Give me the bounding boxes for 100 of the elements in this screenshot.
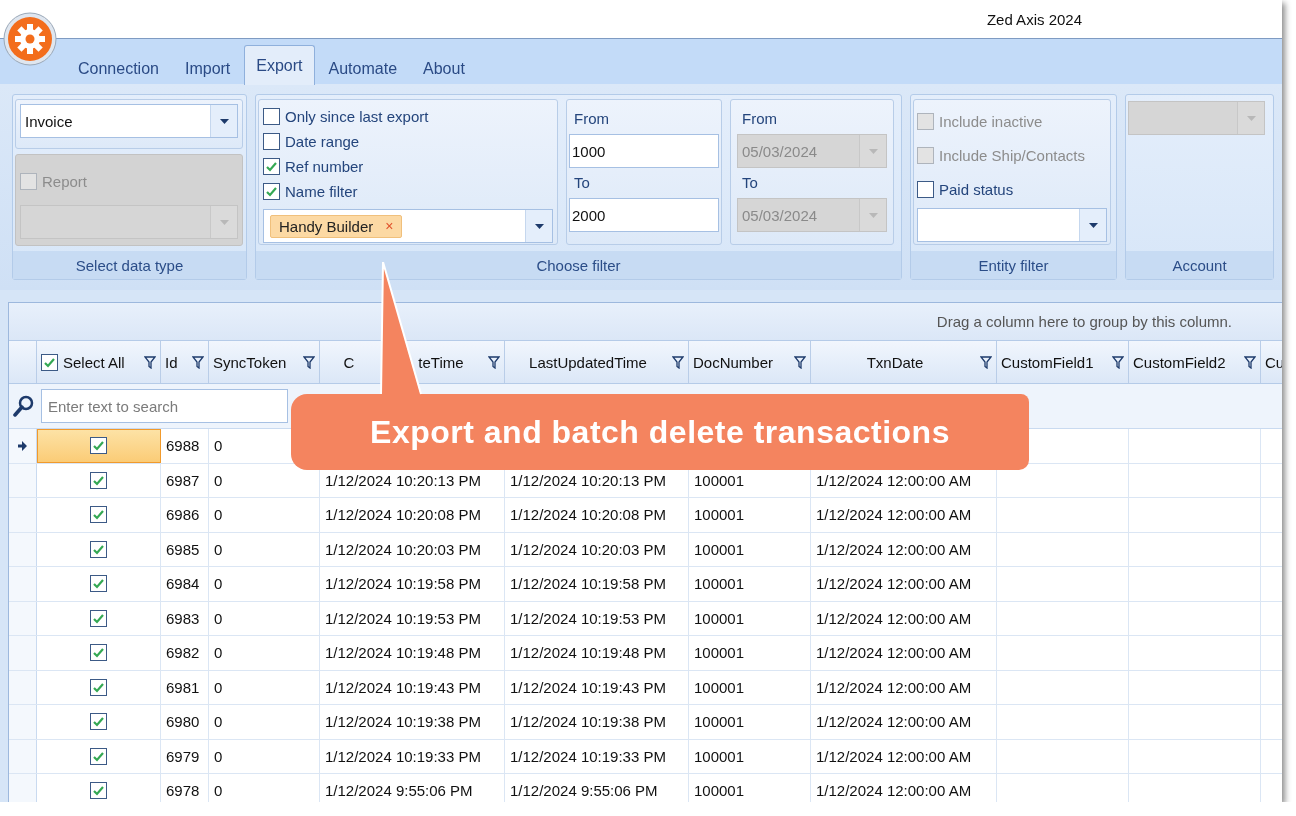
checkbox[interactable] — [90, 540, 107, 558]
checkbox[interactable] — [41, 353, 58, 371]
checkbox[interactable] — [90, 575, 107, 593]
table-cell: 0 — [214, 644, 223, 662]
search-icon — [13, 395, 35, 417]
checkbox[interactable] — [263, 158, 280, 175]
filter-icon[interactable] — [1244, 355, 1256, 369]
gear-icon[interactable] — [3, 12, 57, 66]
table-cell: 1/12/2024 10:19:53 PM — [510, 609, 666, 627]
column-header[interactable]: LastUpdatedTime — [529, 353, 647, 371]
checkbox[interactable] — [90, 713, 107, 731]
row-header[interactable] — [9, 429, 37, 463]
table-cell: 6985 — [166, 540, 200, 558]
column-header[interactable]: Id — [165, 353, 178, 371]
caret-icon — [868, 212, 878, 218]
table-cell: 1/12/2024 10:19:58 PM — [325, 575, 481, 593]
table-cell: 1/12/2024 9:55:06 PM — [510, 782, 658, 800]
checkbox[interactable] — [90, 506, 107, 524]
checkbox[interactable] — [90, 747, 107, 765]
checkbox-label: Ref number — [285, 158, 364, 175]
caret-icon — [1246, 115, 1256, 121]
checkbox[interactable] — [263, 108, 280, 125]
checkbox[interactable] — [263, 183, 280, 200]
field-label: To — [741, 173, 759, 193]
table-cell: 0 — [214, 609, 223, 627]
ref-to-field[interactable]: 2000 — [569, 198, 719, 232]
filter-icon[interactable] — [1112, 355, 1124, 369]
name-filter-field[interactable]: Handy Builder × — [263, 209, 553, 243]
table-cell: 100001 — [694, 678, 745, 696]
table-cell: 1/12/2024 12:00:00 AM — [816, 471, 972, 489]
table-cell: 0 — [214, 747, 223, 765]
filter-icon[interactable] — [303, 355, 315, 369]
checkbox-label: Name filter — [285, 183, 358, 200]
column-header[interactable]: SyncToken — [213, 353, 287, 371]
table-cell: 1/12/2024 12:00:00 AM — [816, 644, 972, 662]
row-indicator-icon — [18, 440, 27, 451]
table-cell: 1/12/2024 10:19:43 PM — [510, 678, 666, 696]
checkbox[interactable] — [90, 437, 107, 455]
column-header[interactable]: TxnDate — [866, 353, 924, 371]
filter-icon[interactable] — [192, 355, 204, 369]
checkbox-label: Paid status — [939, 180, 1014, 198]
table-cell: 1/12/2024 10:20:13 PM — [510, 471, 666, 489]
checkbox[interactable] — [90, 782, 107, 800]
checkbox-label: Only since last export — [285, 108, 429, 125]
table-cell: 0 — [214, 540, 223, 558]
table-cell: 0 — [214, 506, 223, 524]
table-cell: 6986 — [166, 506, 200, 524]
caret-icon — [219, 118, 229, 124]
group-caption: Account — [1126, 251, 1273, 279]
table-cell: 1/12/2024 12:00:00 AM — [816, 609, 972, 627]
checkbox[interactable] — [90, 471, 107, 489]
table-cell: 1/12/2024 12:00:00 AM — [816, 506, 972, 524]
table-cell: 1/12/2024 9:55:06 PM — [325, 782, 473, 800]
table-cell: 100001 — [694, 540, 745, 558]
table-cell: 100001 — [694, 609, 745, 627]
table-cell: 0 — [214, 678, 223, 696]
table-cell: 1/12/2024 10:19:58 PM — [510, 575, 666, 593]
column-header[interactable]: Select All — [63, 353, 125, 371]
filter-icon[interactable] — [794, 355, 806, 369]
ribbon-tab[interactable]: Automate — [316, 51, 410, 85]
table-cell: 100001 — [694, 506, 745, 524]
ribbon-tab[interactable]: Import — [172, 51, 243, 85]
table-cell: 6982 — [166, 644, 200, 662]
table-cell: 100001 — [694, 713, 745, 731]
table-cell: 0 — [214, 575, 223, 593]
filter-icon[interactable] — [980, 355, 992, 369]
table-cell: 0 — [214, 713, 223, 731]
checkbox[interactable] — [90, 678, 107, 696]
column-header[interactable]: CustomField2 — [1133, 353, 1226, 371]
table-cell: 6988 — [166, 437, 200, 455]
ref-from-field[interactable]: 1000 — [569, 134, 719, 168]
column-header[interactable]: teTime — [418, 353, 464, 371]
field-label: From — [573, 109, 610, 129]
table-cell: 1/12/2024 10:19:48 PM — [510, 644, 666, 662]
ribbon-tab[interactable]: About — [411, 51, 477, 85]
checkbox-label: Include inactive — [939, 112, 1043, 130]
checkbox[interactable] — [263, 133, 280, 150]
ribbon-tab[interactable]: Connection — [66, 51, 171, 85]
filter-icon[interactable] — [488, 355, 500, 369]
table-cell: 0 — [214, 471, 223, 489]
table-cell: 1/12/2024 12:00:00 AM — [816, 713, 972, 731]
table-cell: 6983 — [166, 609, 200, 627]
table-cell: 6987 — [166, 471, 200, 489]
checkbox[interactable] — [90, 609, 107, 627]
table-cell: 6978 — [166, 782, 200, 800]
column-header[interactable]: CustomField1 — [1001, 353, 1094, 371]
table-cell: 1/12/2024 12:00:00 AM — [816, 747, 972, 765]
checkbox[interactable] — [917, 180, 934, 198]
ribbon-tab[interactable]: Export — [244, 45, 315, 85]
column-header[interactable]: DocNumber — [693, 353, 774, 371]
data-type-dropdown[interactable]: Invoice — [20, 104, 238, 138]
field-label: From — [741, 109, 778, 129]
group-caption: Select data type — [13, 251, 246, 279]
table-cell: 1/12/2024 12:00:00 AM — [816, 540, 972, 558]
column-header[interactable]: C — [343, 353, 355, 371]
filter-icon[interactable] — [144, 355, 156, 369]
checkbox[interactable] — [90, 644, 107, 662]
filter-icon[interactable] — [672, 355, 684, 369]
table-cell: 1/12/2024 10:19:33 PM — [325, 747, 481, 765]
search-field[interactable]: Enter text to search — [41, 389, 288, 423]
